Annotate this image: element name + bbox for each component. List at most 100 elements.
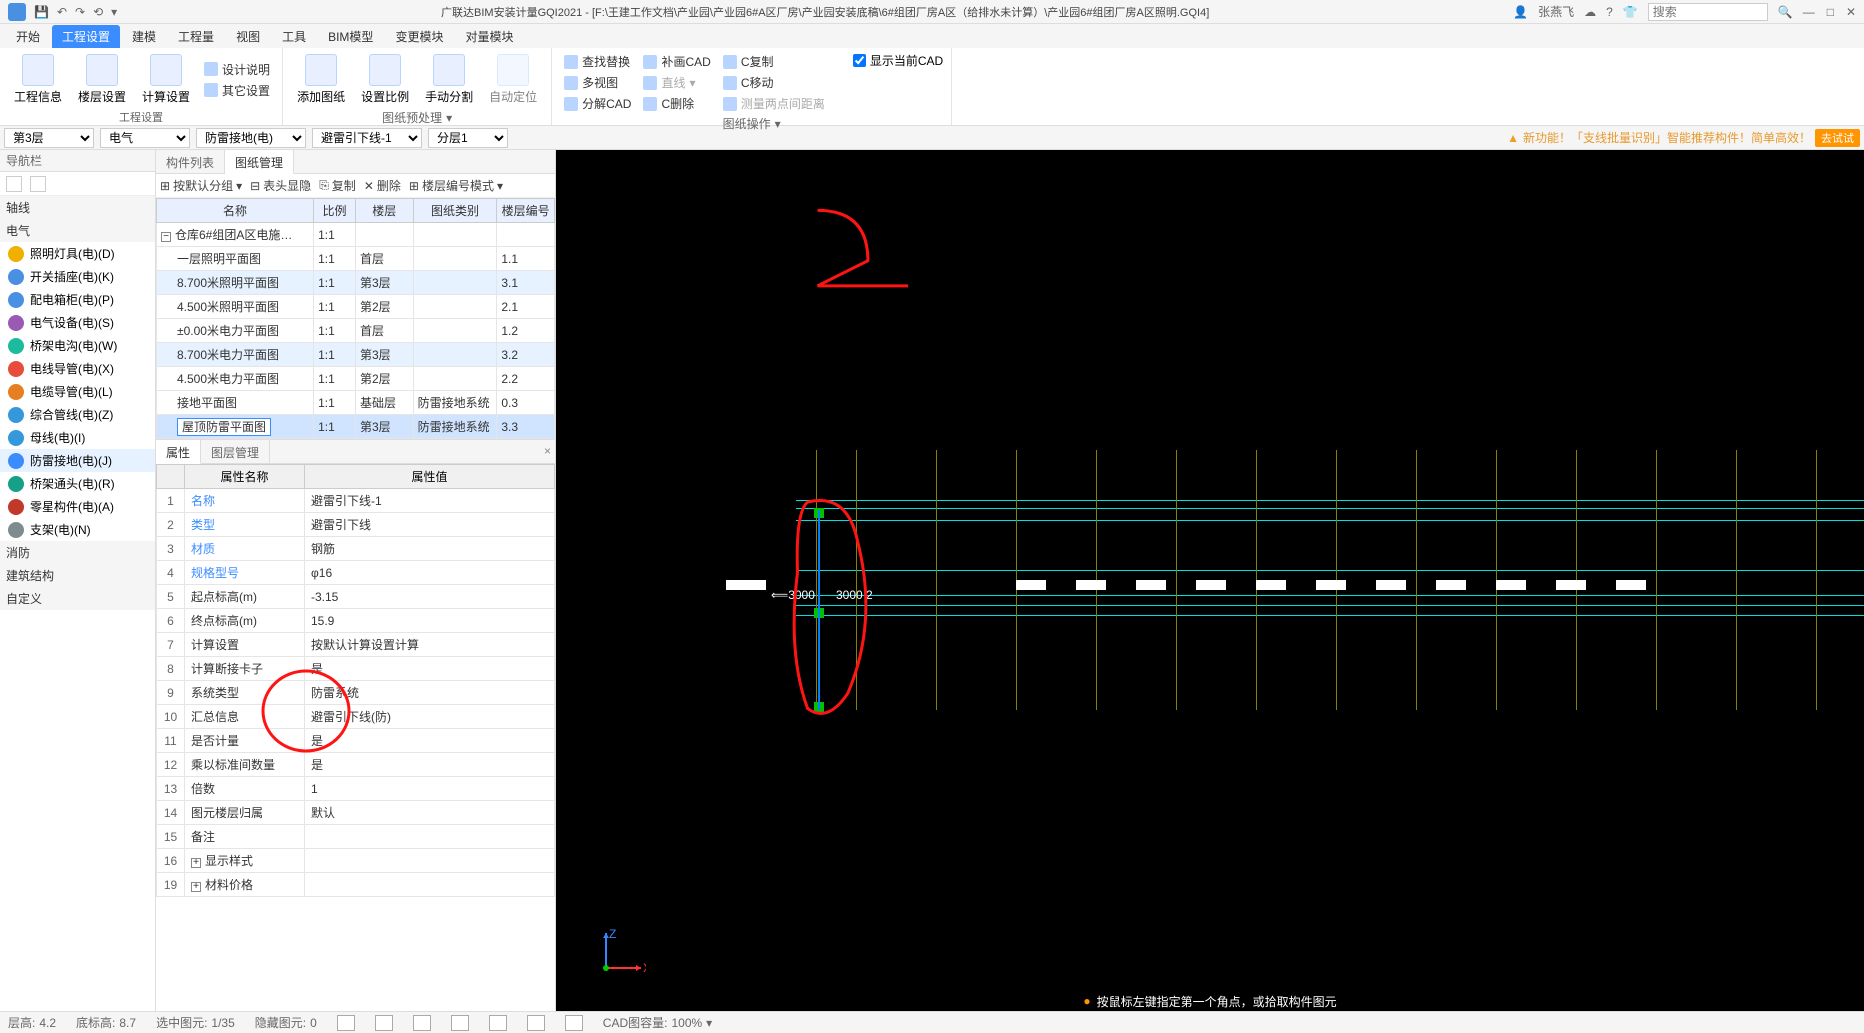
tab-start[interactable]: 开始 <box>6 25 50 48</box>
drawing-row[interactable]: 屋顶防雷平面图1:1第3层防雷接地系统3.3 <box>157 415 555 439</box>
btn-manual-split[interactable]: 手动分割 <box>419 52 479 107</box>
qat-dropdown-icon[interactable]: ▾ <box>111 5 117 19</box>
btn-project-info[interactable]: 工程信息 <box>8 52 68 107</box>
th-floor[interactable]: 楼层 <box>355 199 413 223</box>
chevron-down-icon[interactable]: ▾ <box>775 117 781 131</box>
btn-c-copy[interactable]: C复制 <box>719 52 829 71</box>
btn-scale[interactable]: 设置比例 <box>355 52 415 107</box>
property-row[interactable]: 6终点标高(m)15.9 <box>157 609 555 633</box>
nav-item[interactable]: 桥架电沟(电)(W) <box>0 334 155 357</box>
search-icon[interactable]: 🔍 <box>1778 5 1793 19</box>
select-discipline[interactable]: 电气 <box>100 128 190 148</box>
tab-tools[interactable]: 工具 <box>272 25 316 48</box>
qat-redo-icon[interactable]: ↷ <box>75 5 85 19</box>
select-category[interactable]: 防雷接地(电) <box>196 128 306 148</box>
btn-add-drawing[interactable]: 添加图纸 <box>291 52 351 107</box>
property-row[interactable]: 11是否计量是 <box>157 729 555 753</box>
nav-item[interactable]: 电气设备(电)(S) <box>0 311 155 334</box>
nav-cat-custom[interactable]: 自定义 <box>0 587 155 610</box>
chevron-down-icon[interactable]: ▾ <box>446 111 452 125</box>
cloud-icon[interactable]: ☁ <box>1584 5 1596 19</box>
nav-item[interactable]: 开关插座(电)(K) <box>0 265 155 288</box>
user-name[interactable]: 张燕飞 <box>1538 3 1574 20</box>
btn-multiview[interactable]: 多视图 <box>560 73 635 92</box>
tab-compare-module[interactable]: 对量模块 <box>455 25 523 48</box>
sb-toggle-3[interactable] <box>413 1015 431 1031</box>
nav-item[interactable]: 电缆导管(电)(L) <box>0 380 155 403</box>
property-row[interactable]: 7计算设置按默认计算设置计算 <box>157 633 555 657</box>
tab-project-setting[interactable]: 工程设置 <box>52 25 120 48</box>
btn-design-desc[interactable]: 设计说明 <box>200 60 274 79</box>
search-input[interactable] <box>1648 3 1768 21</box>
tb-copy[interactable]: ⎘复制 <box>319 177 356 194</box>
nav-item[interactable]: 支架(电)(N) <box>0 518 155 541</box>
tb-delete[interactable]: ✕删除 <box>364 177 401 194</box>
new-feature-notice[interactable]: ▲ 新功能！「支线批量识别」智能推荐构件！简单高效！ 去试试 <box>1507 129 1860 147</box>
drawing-row[interactable]: 4.500米照明平面图1:1第2层2.1 <box>157 295 555 319</box>
props-close-icon[interactable]: × <box>544 444 551 458</box>
sb-toggle-7[interactable] <box>565 1015 583 1031</box>
property-row[interactable]: 15备注 <box>157 825 555 849</box>
btn-auto-locate[interactable]: 自动定位 <box>483 52 543 107</box>
select-floor[interactable]: 第3层 <box>4 128 94 148</box>
help-icon[interactable]: ? <box>1606 5 1613 19</box>
property-row[interactable]: 5起点标高(m)-3.15 <box>157 585 555 609</box>
btn-c-move[interactable]: C移动 <box>719 73 829 92</box>
try-badge[interactable]: 去试试 <box>1815 129 1860 147</box>
skin-icon[interactable]: 👕 <box>1623 5 1638 19</box>
tab-component-list[interactable]: 构件列表 <box>156 150 225 173</box>
maximize-button[interactable]: □ <box>1827 5 1834 19</box>
th-cat[interactable]: 图纸类别 <box>413 199 497 223</box>
drawing-row[interactable]: 一层照明平面图1:1首层1.1 <box>157 247 555 271</box>
th-scale[interactable]: 比例 <box>314 199 356 223</box>
select-component[interactable]: 避雷引下线-1 <box>312 128 422 148</box>
property-row[interactable]: 10汇总信息避雷引下线(防) <box>157 705 555 729</box>
tab-change-module[interactable]: 变更模块 <box>385 25 453 48</box>
property-row[interactable]: 8计算断接卡子是 <box>157 657 555 681</box>
drawing-root-row[interactable]: −仓库6#组团A区电施… 1:1 <box>157 223 555 247</box>
btn-c-delete[interactable]: C删除 <box>639 94 714 113</box>
chk-show-current-cad[interactable]: 显示当前CAD <box>853 52 943 69</box>
property-row[interactable]: 3材质钢筋 <box>157 537 555 561</box>
nav-cat-fire[interactable]: 消防 <box>0 541 155 564</box>
nav-cat-axis[interactable]: 轴线 <box>0 196 155 219</box>
tab-properties[interactable]: 属性 <box>156 440 201 464</box>
tab-quantity[interactable]: 工程量 <box>168 25 224 48</box>
sb-toggle-6[interactable] <box>527 1015 545 1031</box>
btn-floor-setting[interactable]: 楼层设置 <box>72 52 132 107</box>
tab-layer-mgmt[interactable]: 图层管理 <box>201 440 270 463</box>
property-row[interactable]: 4规格型号φ16 <box>157 561 555 585</box>
property-row[interactable]: 16+显示样式 <box>157 849 555 873</box>
tb-group-by[interactable]: ⊞按默认分组▾ <box>160 177 242 194</box>
btn-calc-setting[interactable]: 计算设置 <box>136 52 196 107</box>
nav-item[interactable]: 配电箱柜(电)(P) <box>0 288 155 311</box>
qat-refresh-icon[interactable]: ⟲ <box>93 5 103 19</box>
nav-tool-1[interactable] <box>6 176 22 192</box>
tb-floor-mode[interactable]: ⊞楼层编号模式▾ <box>409 177 503 194</box>
property-row[interactable]: 12乘以标准间数量是 <box>157 753 555 777</box>
nav-tool-2[interactable] <box>30 176 46 192</box>
drawing-row[interactable]: 4.500米电力平面图1:1第2层2.2 <box>157 367 555 391</box>
nav-item[interactable]: 母线(电)(I) <box>0 426 155 449</box>
nav-item[interactable]: 电线导管(电)(X) <box>0 357 155 380</box>
nav-item[interactable]: 桥架通头(电)(R) <box>0 472 155 495</box>
drawing-row[interactable]: ±0.00米电力平面图1:1首层1.2 <box>157 319 555 343</box>
property-row[interactable]: 14图元楼层归属默认 <box>157 801 555 825</box>
th-name[interactable]: 名称 <box>157 199 314 223</box>
tab-view[interactable]: 视图 <box>226 25 270 48</box>
nav-cat-electrical[interactable]: 电气 <box>0 219 155 242</box>
tab-drawing-mgmt[interactable]: 图纸管理 <box>225 150 294 174</box>
viewport[interactable]: ⟸3000 3000 2 X Z <box>556 150 1864 1011</box>
th-num[interactable]: 楼层编号 <box>497 199 555 223</box>
qat-save-icon[interactable]: 💾 <box>34 5 49 19</box>
nav-item[interactable]: 照明灯具(电)(D) <box>0 242 155 265</box>
qat-undo-icon[interactable]: ↶ <box>57 5 67 19</box>
sb-toggle-2[interactable] <box>375 1015 393 1031</box>
property-row[interactable]: 13倍数1 <box>157 777 555 801</box>
btn-decompose-cad[interactable]: 分解CAD <box>560 94 635 113</box>
btn-find-replace[interactable]: 查找替换 <box>560 52 635 71</box>
sb-toggle-5[interactable] <box>489 1015 507 1031</box>
btn-fill-cad[interactable]: 补画CAD <box>639 52 714 71</box>
drawing-row[interactable]: 8.700米照明平面图1:1第3层3.1 <box>157 271 555 295</box>
property-row[interactable]: 2类型避雷引下线 <box>157 513 555 537</box>
